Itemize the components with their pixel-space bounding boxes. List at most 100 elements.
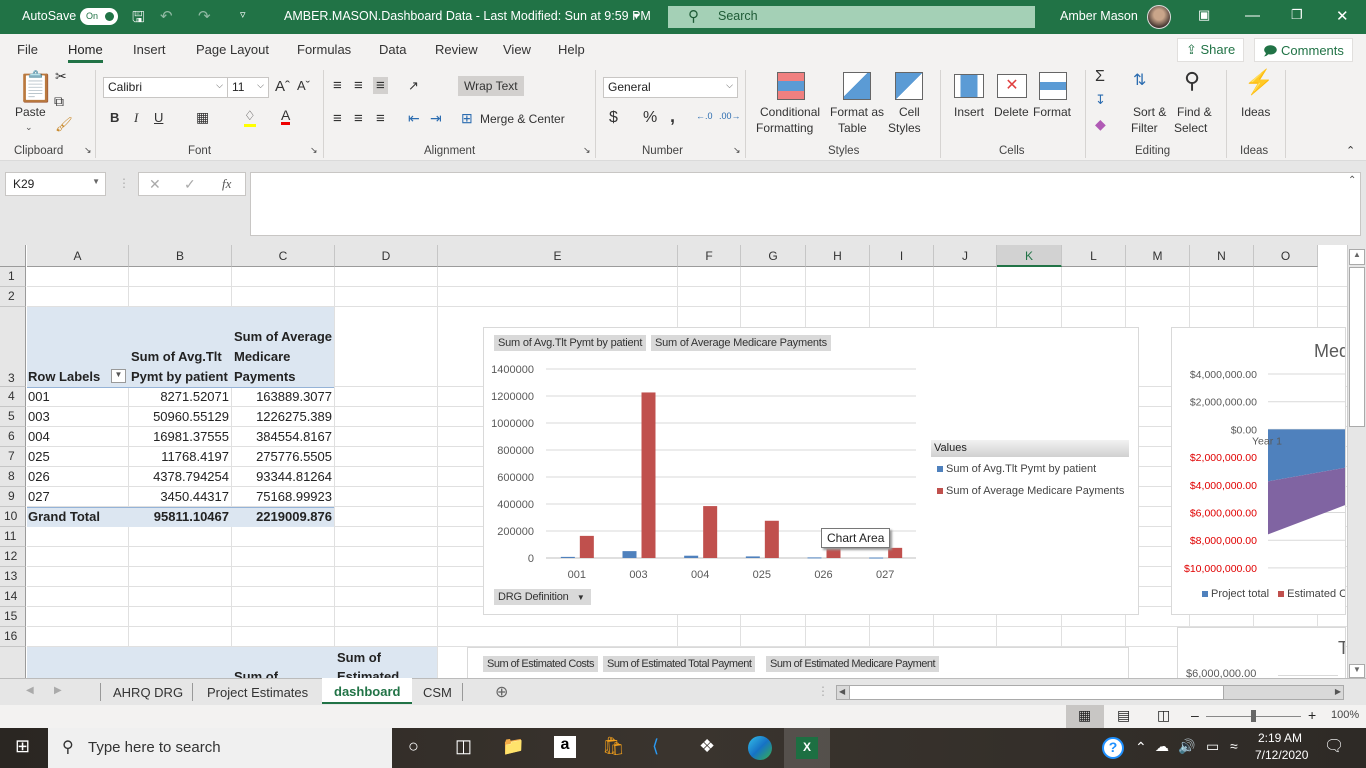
minimize-icon[interactable]: — xyxy=(1245,7,1260,24)
dropbox-icon[interactable]: ❖ xyxy=(699,736,715,757)
cut-icon[interactable]: ✂ xyxy=(55,68,67,85)
pivot-cell-c[interactable]: 384554.8167 xyxy=(232,429,332,444)
format-as-table-icon[interactable] xyxy=(843,72,871,100)
name-box[interactable]: K29 ▼ xyxy=(5,172,106,196)
format-as-table-label-2[interactable]: Table xyxy=(838,121,867,135)
field-button-estimated-medicare-payment[interactable]: Sum of Estimated Medicare Payment xyxy=(766,656,940,672)
underline-button[interactable]: U xyxy=(154,110,163,125)
row-header-13[interactable]: 13 xyxy=(0,567,26,587)
pivot-cell-c[interactable]: 275776.5505 xyxy=(232,449,332,464)
taskbar-search[interactable]: ⚲ Type here to search xyxy=(48,728,392,768)
row-header-10[interactable]: 10 xyxy=(0,507,26,527)
pivot-cell-label[interactable]: 027 xyxy=(28,489,50,504)
cell-styles-label-2[interactable]: Styles xyxy=(888,121,921,135)
ideas-icon[interactable]: ⚡ xyxy=(1244,68,1274,97)
format-painter-icon[interactable]: 🖌 xyxy=(55,116,73,133)
tab-insert[interactable]: Insert xyxy=(133,42,166,57)
format-cells-icon[interactable] xyxy=(1039,72,1067,100)
row-header-3[interactable]: 3 xyxy=(0,307,26,387)
select-all-button[interactable] xyxy=(0,245,26,267)
align-right-icon[interactable]: ≡ xyxy=(376,110,385,127)
task-view-icon[interactable]: ◫ xyxy=(455,736,472,757)
pivot-cell-label[interactable]: 026 xyxy=(28,469,50,484)
copy-icon[interactable]: ⧉ xyxy=(54,93,64,110)
bar-medicare-pymt-001[interactable] xyxy=(579,535,594,558)
bold-button[interactable]: B xyxy=(110,110,119,125)
vertical-scroll-thumb[interactable] xyxy=(1349,267,1365,427)
row-header-14[interactable]: 14 xyxy=(0,587,26,607)
redo-icon[interactable]: ↷ xyxy=(198,7,211,25)
area-chart-medicare[interactable]: Med $4,000,000.00 $2,000,000.00 $0.00 $2,00… xyxy=(1171,327,1346,615)
alignment-launcher-icon[interactable]: ↘ xyxy=(583,145,591,156)
wifi-icon[interactable]: ≈ xyxy=(1230,738,1238,754)
vertical-scrollbar[interactable]: ▲ ▼ xyxy=(1347,245,1366,678)
pivot-chart-payments[interactable]: Sum of Avg.Tlt Pymt by patient Sum of Av… xyxy=(483,327,1139,615)
close-icon[interactable]: ✕ xyxy=(1336,7,1349,25)
row-header-11[interactable]: 11 xyxy=(0,527,26,547)
bar-avg-pymt-003[interactable] xyxy=(622,551,637,558)
normal-view-button[interactable]: ▦ xyxy=(1066,705,1104,728)
pivot-chart-estimates[interactable]: Sum of Estimated Costs Sum of Estimated … xyxy=(467,647,1129,678)
pivot-cell-label[interactable]: 003 xyxy=(28,409,50,424)
number-launcher-icon[interactable]: ↘ xyxy=(733,145,741,156)
row-header-12[interactable]: 12 xyxy=(0,547,26,567)
worksheet-grid[interactable]: ABCDEFGHIJKLMNO 1 2 3 4 5 6 7 8 9 10 11 12 13 14 15 16 … xyxy=(0,245,1366,678)
tab-file[interactable]: File xyxy=(17,42,38,57)
column-header-b[interactable]: B xyxy=(129,245,232,267)
currency-button[interactable]: $ xyxy=(609,109,618,127)
sheet-tab-dashboard[interactable]: dashboard xyxy=(322,678,412,704)
show-hidden-icons[interactable]: ⌃ xyxy=(1135,739,1147,756)
paste-dropdown-icon[interactable]: ⌄ xyxy=(25,122,33,133)
row-header-6[interactable]: 6 xyxy=(0,427,26,447)
ribbon-display-icon[interactable]: ▣ xyxy=(1198,7,1210,23)
column-header-f[interactable]: F xyxy=(678,245,741,267)
row-header-17[interactable] xyxy=(0,647,26,678)
bar-avg-pymt-001[interactable] xyxy=(560,556,575,558)
clipboard-launcher-icon[interactable]: ↘ xyxy=(84,145,92,156)
pivot-cell-label[interactable]: 004 xyxy=(28,429,50,444)
scroll-up-button[interactable]: ▲ xyxy=(1349,249,1365,265)
delete-cells-button[interactable]: Delete xyxy=(994,105,1029,119)
autosum-icon[interactable]: Σ xyxy=(1095,68,1105,86)
decrease-font-icon[interactable]: Aˇ xyxy=(297,78,310,93)
bar-medicare-pymt-025[interactable] xyxy=(764,520,779,558)
column-header-e[interactable]: E xyxy=(438,245,678,267)
column-header-n[interactable]: N xyxy=(1190,245,1254,267)
document-title[interactable]: AMBER.MASON.Dashboard Data - Last Modifi… xyxy=(284,9,651,23)
pivot-cell-b[interactable]: 50960.55129 xyxy=(129,409,229,424)
tab-help[interactable]: Help xyxy=(558,42,585,57)
row-header-16[interactable]: 16 xyxy=(0,627,26,647)
tab-review[interactable]: Review xyxy=(435,42,478,57)
align-middle-icon[interactable]: ≡ xyxy=(354,77,363,94)
column-header-k[interactable]: K xyxy=(997,245,1062,267)
font-name-select[interactable]: Calibri ⌵ xyxy=(103,77,228,98)
comma-button[interactable]: , xyxy=(670,106,675,127)
sort-filter-label-2[interactable]: Filter xyxy=(1131,121,1158,135)
conditional-formatting-label-2[interactable]: Formatting xyxy=(756,121,813,135)
number-format-select[interactable]: General ⌵ xyxy=(603,77,738,98)
collapse-ribbon-icon[interactable]: ⌃ xyxy=(1346,144,1355,157)
find-select-label[interactable]: Find & xyxy=(1177,105,1212,119)
cortana-icon[interactable]: ○ xyxy=(408,736,419,757)
customize-qat-icon[interactable]: ▿ xyxy=(240,8,246,21)
line-chart-total[interactable]: T $6,000,000.00 xyxy=(1177,627,1346,678)
bar-avg-pymt-026[interactable] xyxy=(807,557,822,559)
paste-icon[interactable]: 📋 xyxy=(17,70,54,105)
decrease-decimal-icon[interactable]: .00→ xyxy=(719,111,741,121)
merge-center-button[interactable]: Merge & Center xyxy=(480,112,565,126)
help-icon[interactable]: ? xyxy=(1102,737,1124,759)
amazon-icon[interactable]: a xyxy=(554,736,576,758)
merge-icon[interactable]: ⊞ xyxy=(461,110,473,127)
row-header-2[interactable]: 2 xyxy=(0,287,26,307)
paste-button[interactable]: Paste xyxy=(15,105,46,119)
conditional-formatting-icon[interactable] xyxy=(777,72,805,100)
find-select-label-2[interactable]: Select xyxy=(1174,121,1207,135)
onedrive-icon[interactable]: ☁ xyxy=(1155,738,1169,755)
cancel-icon[interactable]: ✕ xyxy=(149,176,161,193)
field-button-estimated-costs[interactable]: Sum of Estimated Costs xyxy=(483,656,598,672)
pivot-cell-b[interactable]: 4378.794254 xyxy=(129,469,229,484)
percent-button[interactable]: % xyxy=(643,109,657,127)
column-header-h[interactable]: H xyxy=(806,245,870,267)
column-header-i[interactable]: I xyxy=(870,245,934,267)
zoom-slider-thumb[interactable] xyxy=(1251,710,1256,722)
